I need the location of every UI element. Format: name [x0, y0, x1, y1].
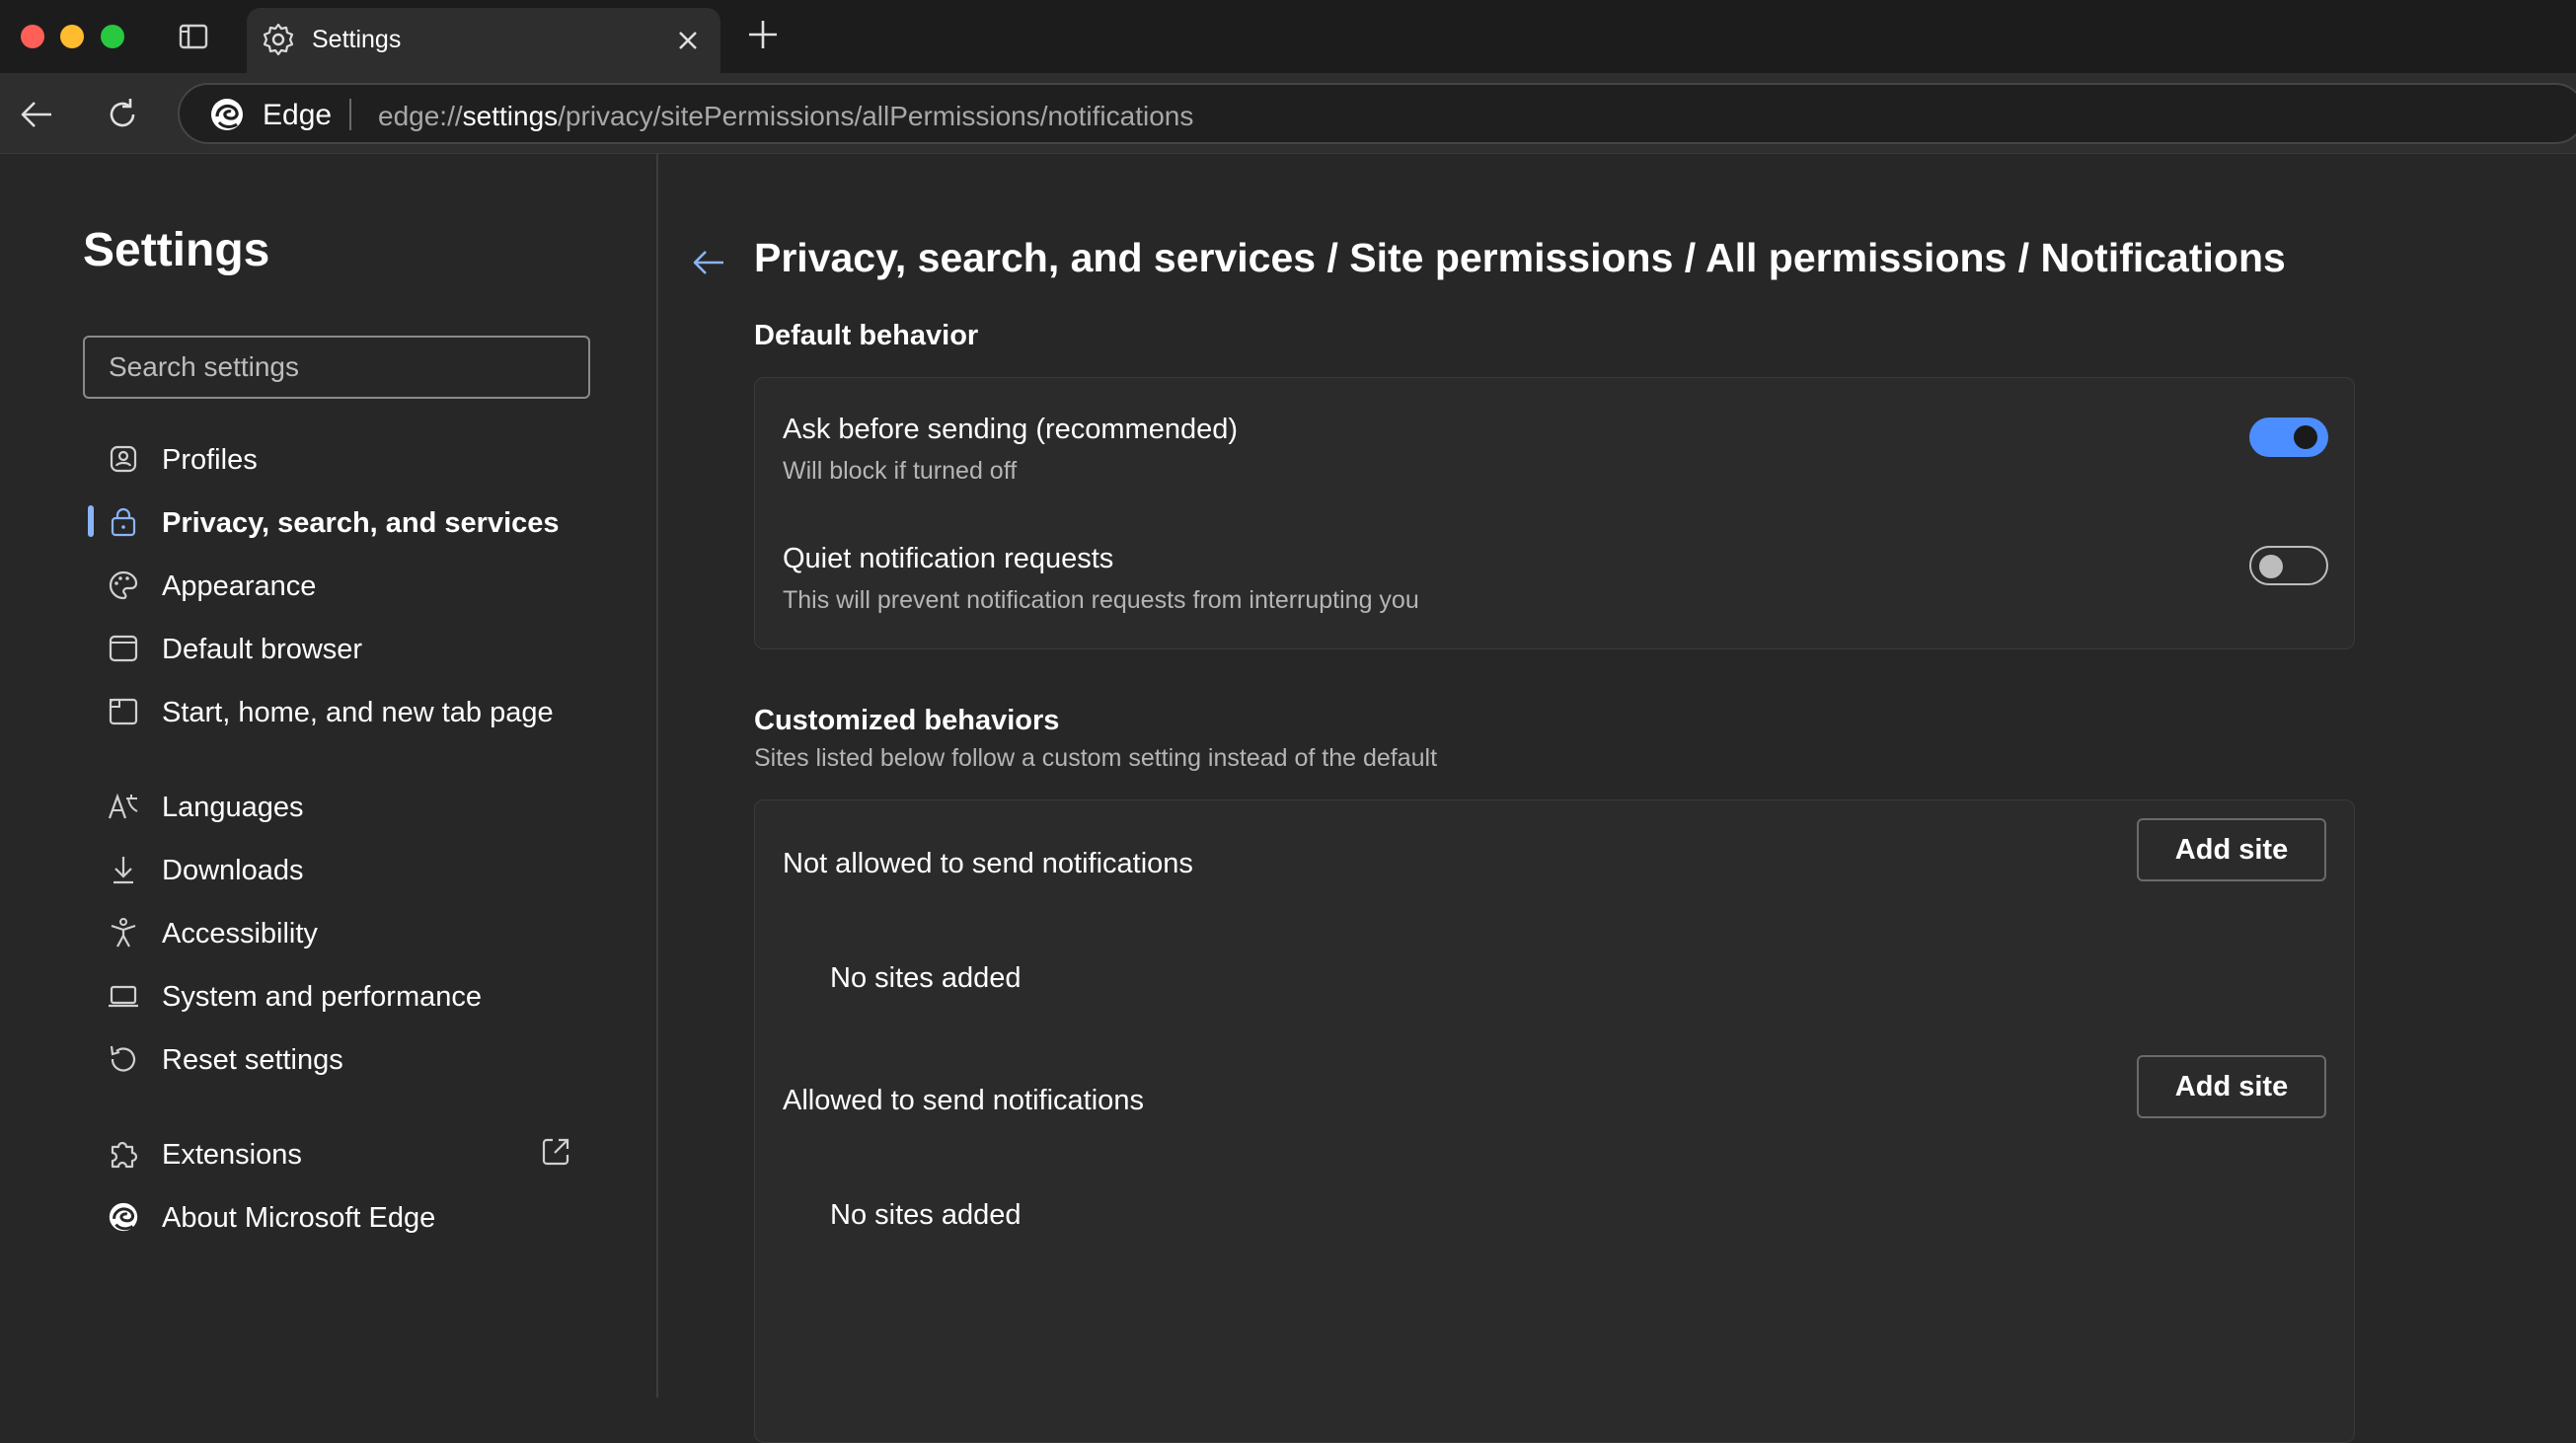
search-input[interactable]	[83, 336, 590, 399]
quiet-requests-title: Quiet notification requests	[783, 543, 1114, 574]
blocked-empty-message: No sites added	[830, 962, 1022, 994]
sidebar-item-label: Reset settings	[162, 1044, 343, 1076]
sidebar-item-label: Downloads	[162, 855, 304, 886]
sidebar-item-about[interactable]: About Microsoft Edge	[83, 1188, 616, 1244]
allowed-empty-message: No sites added	[830, 1199, 1022, 1231]
default-behavior-heading: Default behavior	[754, 320, 979, 351]
toggle-knob	[2294, 425, 2317, 449]
edge-logo-icon	[211, 99, 243, 130]
close-icon[interactable]	[673, 26, 703, 55]
sidebar-item-extensions[interactable]: Extensions	[83, 1125, 616, 1180]
ask-before-sending-title: Ask before sending (recommended)	[783, 414, 1239, 445]
sidebar-item-label: Privacy, search, and services	[162, 507, 560, 539]
title-bar: Settings	[0, 0, 2576, 73]
customized-behaviors-card: Not allowed to send notifications Add si…	[754, 799, 2355, 1443]
sidebar-item-label: Appearance	[162, 570, 317, 602]
reset-icon	[110, 1045, 136, 1072]
customized-behaviors-subtitle: Sites listed below follow a custom setti…	[754, 744, 1438, 772]
sidebar-item-accessibility[interactable]: Accessibility	[83, 904, 616, 959]
sidebar-item-profiles[interactable]: Profiles	[83, 430, 616, 486]
maximize-window-button[interactable]	[101, 25, 124, 48]
external-link-icon	[542, 1138, 569, 1166]
home-page-icon	[109, 698, 138, 725]
site-identity-label: Edge	[263, 99, 333, 131]
palette-icon	[109, 570, 138, 600]
gear-icon	[263, 23, 294, 56]
add-blocked-site-button[interactable]: Add site	[2137, 818, 2326, 881]
tab-title: Settings	[312, 26, 402, 53]
sidebar-title: Settings	[83, 224, 270, 276]
sidebar-item-system[interactable]: System and performance	[83, 967, 616, 1023]
blocked-section-title: Not allowed to send notifications	[783, 848, 1193, 879]
sidebar-item-label: Languages	[162, 792, 304, 823]
allowed-section-title: Allowed to send notifications	[783, 1085, 1144, 1116]
edge-logo-icon	[109, 1202, 138, 1232]
url-text[interactable]: edge://settings/privacy/sitePermissions/…	[378, 101, 1193, 132]
toggle-knob	[2259, 555, 2283, 578]
customized-behaviors-heading: Customized behaviors	[754, 705, 1060, 736]
sidebar-item-label: Extensions	[162, 1139, 302, 1171]
sidebar-item-start-home[interactable]: Start, home, and new tab page	[83, 683, 616, 738]
back-arrow-icon[interactable]	[690, 243, 729, 282]
settings-content: Privacy, search, and services / Site per…	[660, 154, 2576, 1443]
accessibility-icon	[111, 918, 136, 948]
tab-settings[interactable]: Settings	[247, 8, 720, 73]
tab-actions-icon[interactable]	[177, 20, 210, 53]
lock-icon	[111, 507, 136, 537]
laptop-icon	[109, 985, 138, 1008]
sidebar-item-appearance[interactable]: Appearance	[83, 557, 616, 612]
profile-icon	[110, 445, 137, 473]
download-icon	[114, 857, 133, 884]
active-indicator	[88, 505, 94, 537]
url-host: settings	[462, 101, 559, 131]
sidebar-item-downloads[interactable]: Downloads	[83, 841, 616, 896]
quiet-requests-subtitle: This will prevent notification requests …	[783, 586, 1419, 614]
sidebar-item-label: About Microsoft Edge	[162, 1202, 436, 1234]
browser-toolbar: Edge edge://settings/privacy/sitePermiss…	[0, 73, 2576, 154]
sidebar-item-label: Profiles	[162, 444, 258, 476]
settings-sidebar: Settings Profiles Privacy, search, and s…	[0, 154, 658, 1398]
back-arrow-icon[interactable]	[18, 95, 57, 134]
reload-icon[interactable]	[103, 95, 142, 134]
sidebar-item-label: System and performance	[162, 981, 482, 1013]
quiet-requests-toggle[interactable]	[2249, 546, 2328, 585]
page-title: Privacy, search, and services / Site per…	[754, 235, 2286, 280]
url-scheme: edge://	[378, 101, 463, 131]
default-behavior-card: Ask before sending (recommended) Will bl…	[754, 377, 2355, 649]
minimize-window-button[interactable]	[60, 25, 84, 48]
browser-window-icon	[109, 635, 138, 662]
new-tab-icon[interactable]	[744, 16, 782, 53]
sidebar-item-default-browser[interactable]: Default browser	[83, 620, 616, 675]
sidebar-item-privacy[interactable]: Privacy, search, and services	[83, 494, 616, 549]
close-window-button[interactable]	[21, 25, 44, 48]
address-bar[interactable]: Edge edge://settings/privacy/sitePermiss…	[178, 83, 2576, 144]
address-separator	[349, 99, 351, 130]
sidebar-item-reset[interactable]: Reset settings	[83, 1030, 616, 1086]
sidebar-item-label: Default browser	[162, 634, 363, 665]
url-path: /privacy/sitePermissions/allPermissions/…	[558, 101, 1194, 131]
ask-before-sending-subtitle: Will block if turned off	[783, 457, 1018, 485]
sidebar-item-label: Start, home, and new tab page	[162, 697, 554, 728]
puzzle-icon	[111, 1141, 138, 1169]
sidebar-item-label: Accessibility	[162, 918, 318, 949]
languages-icon	[108, 793, 138, 819]
ask-before-sending-toggle[interactable]	[2249, 418, 2328, 457]
sidebar-item-languages[interactable]: Languages	[83, 778, 616, 833]
add-allowed-site-button[interactable]: Add site	[2137, 1055, 2326, 1118]
